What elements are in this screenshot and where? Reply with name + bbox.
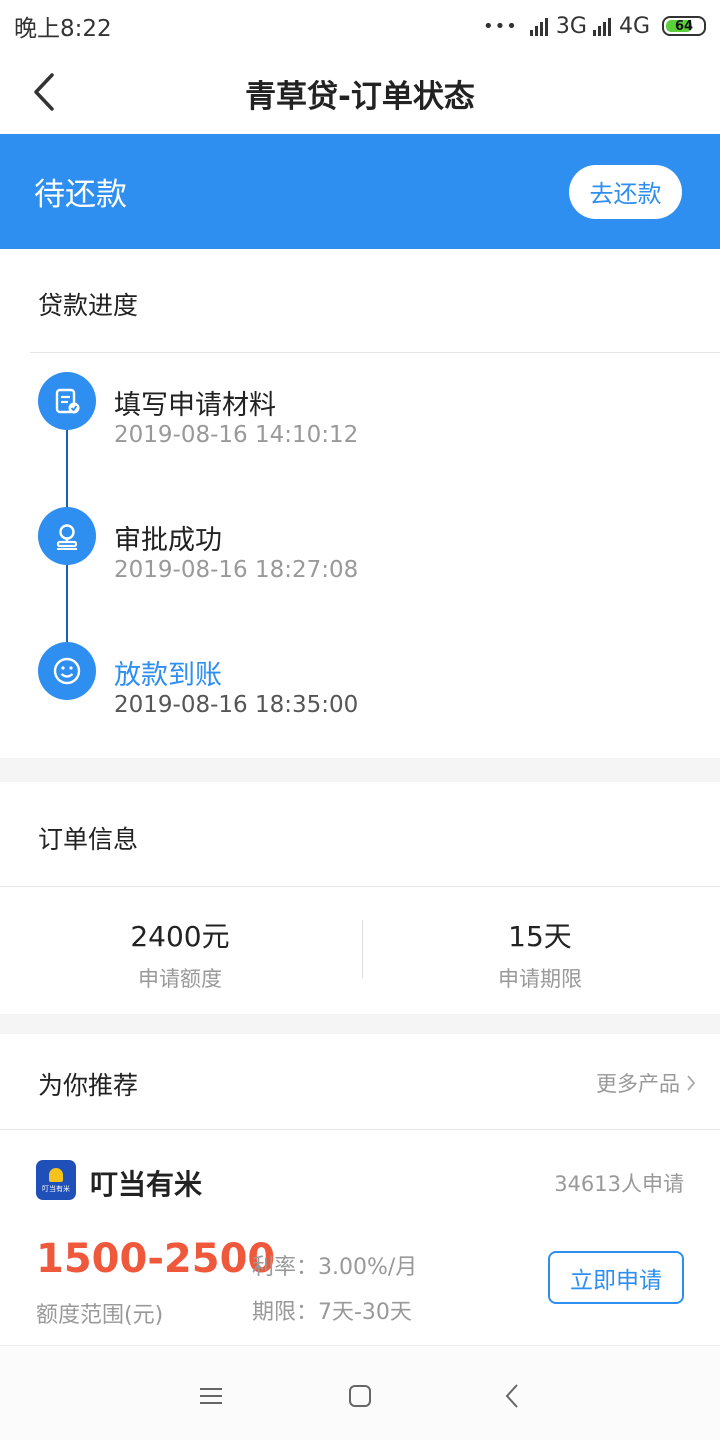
requested-amount-label: 申请额度 <box>138 967 222 991</box>
smile-icon <box>38 642 96 700</box>
requested-term: 15天 申请期限 <box>360 915 720 993</box>
menu-icon[interactable] <box>191 1376 231 1416</box>
progress-section-title: 贷款进度 <box>38 291 139 320</box>
notification-dots: ••• <box>483 15 518 37</box>
interest-rate: 利率：3.00%/月 <box>252 1255 418 1280</box>
order-status-text: 待还款 <box>34 177 127 213</box>
apply-now-button[interactable]: 立即申请 <box>548 1251 684 1304</box>
amount-range: 1500-2500 <box>36 1236 276 1282</box>
divider <box>0 886 720 887</box>
status-bar: 晚上8:22 ••• 3G 4G 64 <box>0 0 720 52</box>
section-gap <box>0 758 720 782</box>
section-gap <box>0 1014 720 1034</box>
applicant-count: 34613人申请 <box>554 1172 684 1196</box>
step-label: 填写申请材料 <box>114 390 276 421</box>
order-status-banner: 待还款 去还款 <box>0 134 720 249</box>
step-time: 2019-08-16 14:10:12 <box>114 422 359 448</box>
step-time: 2019-08-16 18:27:08 <box>114 557 359 583</box>
step-label-current: 放款到账 <box>114 660 222 691</box>
signal-icon <box>529 16 548 36</box>
step-time: 2019-08-16 18:35:00 <box>114 692 359 718</box>
more-products-link[interactable]: 更多产品 <box>596 1068 696 1098</box>
chevron-left-icon <box>34 73 54 111</box>
stamp-icon <box>38 507 96 565</box>
back-icon[interactable] <box>492 1376 532 1416</box>
order-info-title: 订单信息 <box>38 825 139 854</box>
recommend-title: 为你推荐 <box>38 1071 139 1100</box>
requested-term-label: 申请期限 <box>498 967 582 991</box>
requested-amount: 2400元 申请额度 <box>0 915 360 993</box>
nav-bar: 青草贷-订单状态 <box>0 52 720 134</box>
product-logo: 叮当有米 <box>36 1160 76 1200</box>
network-label-4g: 4G <box>618 13 650 39</box>
back-button[interactable] <box>22 70 66 114</box>
more-products-label: 更多产品 <box>596 1072 680 1096</box>
timeline-connector <box>66 428 68 508</box>
network-label-3g: 3G <box>555 13 587 39</box>
signal-icon <box>592 16 611 36</box>
bell-icon <box>49 1168 63 1182</box>
amount-range-label: 额度范围(元) <box>36 1303 164 1328</box>
divider <box>30 352 720 353</box>
battery-icon: 64 <box>662 16 706 36</box>
divider <box>0 1129 720 1130</box>
system-nav-bar <box>0 1345 720 1440</box>
product-name: 叮当有米 <box>90 1168 203 1201</box>
repay-button[interactable]: 去还款 <box>569 164 682 219</box>
page-title: 青草贷-订单状态 <box>245 78 475 115</box>
document-check-icon <box>38 372 96 430</box>
requested-term-value: 15天 <box>508 920 572 953</box>
status-time: 晚上8:22 <box>14 16 112 42</box>
product-logo-text: 叮当有米 <box>42 1185 70 1193</box>
timeline-connector <box>66 564 68 644</box>
loan-term: 期限：7天-30天 <box>252 1300 412 1325</box>
step-label: 审批成功 <box>114 525 222 556</box>
home-icon[interactable] <box>340 1376 380 1416</box>
status-indicators: ••• 3G 4G 64 <box>483 14 706 39</box>
chevron-right-icon <box>687 1075 696 1091</box>
battery-level: 64 <box>674 18 694 34</box>
requested-amount-value: 2400元 <box>130 920 230 953</box>
